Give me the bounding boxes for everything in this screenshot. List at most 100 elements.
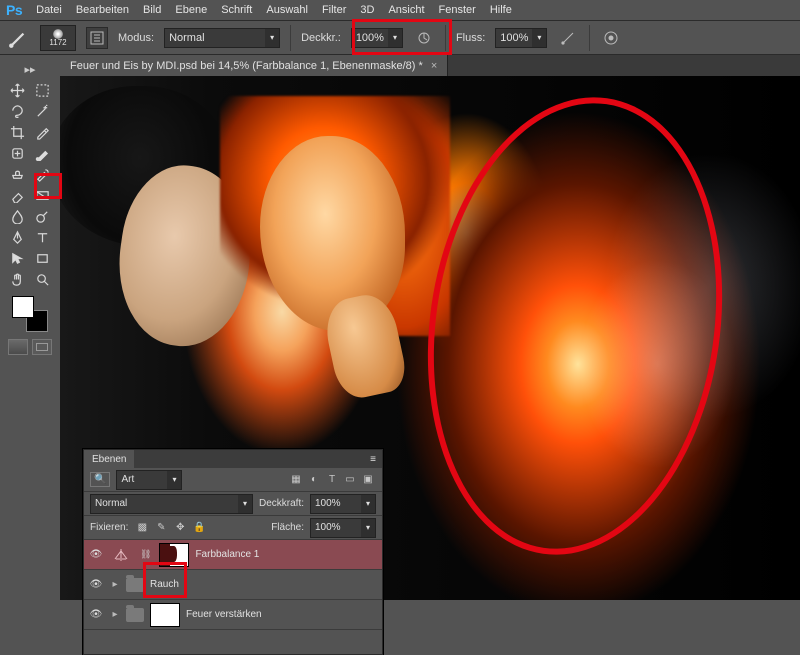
workspace: ▸▸ xyxy=(0,55,800,600)
filter-type-icon[interactable]: 🔍 xyxy=(90,472,110,487)
magic-wand-tool[interactable] xyxy=(31,101,54,121)
quick-mask-mode-icon[interactable] xyxy=(32,339,52,355)
layer-opacity-label: Deckkraft: xyxy=(259,498,304,509)
filter-type-icon[interactable]: T xyxy=(324,472,340,488)
panel-menu-icon[interactable]: ≡ xyxy=(364,454,382,465)
clone-stamp-tool[interactable] xyxy=(6,164,29,184)
menu-schrift[interactable]: Schrift xyxy=(221,4,252,16)
folder-icon xyxy=(126,578,144,592)
document-tab[interactable]: Feuer und Eis by MDI.psd bei 14,5% (Farb… xyxy=(60,55,448,76)
layers-panel: Ebenen ≡ 🔍 Art ▾ ▦ ◐ T ▭ ▣ Normal ▾ Deck… xyxy=(83,449,383,655)
color-swatches[interactable] xyxy=(12,296,48,332)
lock-pixels-icon[interactable]: ✎ xyxy=(153,520,169,536)
menu-bearbeiten[interactable]: Bearbeiten xyxy=(76,4,129,16)
layer-fill-input[interactable]: 100% ▾ xyxy=(310,518,376,538)
layer-row[interactable]: 👁 ⛓ Farbbalance 1 xyxy=(84,540,382,570)
layer-name[interactable]: Feuer verstärken xyxy=(186,609,262,620)
layers-tab[interactable]: Ebenen xyxy=(84,450,134,468)
layer-filter-select[interactable]: Art ▾ xyxy=(116,470,182,490)
move-tool[interactable] xyxy=(6,80,29,100)
layer-row[interactable]: 👁 ▸ Feuer verstärken xyxy=(84,600,382,630)
brush-preset-picker[interactable]: 1172 xyxy=(40,25,76,51)
menu-bar: Ps Datei Bearbeiten Bild Ebene Schrift A… xyxy=(0,0,800,20)
chevron-down-icon: ▾ xyxy=(361,495,375,513)
menu-filter[interactable]: Filter xyxy=(322,4,346,16)
chevron-down-icon: ▾ xyxy=(532,29,546,47)
layer-row[interactable]: 👁 ▸ Rauch xyxy=(84,570,382,600)
disclosure-triangle-icon[interactable]: ▸ xyxy=(110,609,120,620)
current-tool-icon[interactable] xyxy=(8,27,30,49)
menu-ansicht[interactable]: Ansicht xyxy=(388,4,424,16)
mode-label: Modus: xyxy=(118,32,154,44)
close-tab-icon[interactable]: × xyxy=(431,60,437,72)
menu-bild[interactable]: Bild xyxy=(143,4,161,16)
disclosure-triangle-icon[interactable]: ▸ xyxy=(110,579,120,590)
collapse-icon[interactable]: ▸▸ xyxy=(19,59,42,79)
pen-tool[interactable] xyxy=(6,227,29,247)
layer-opacity-input[interactable]: 100% ▾ xyxy=(310,494,376,514)
visibility-icon[interactable]: 👁 xyxy=(88,579,104,590)
menu-hilfe[interactable]: Hilfe xyxy=(490,4,512,16)
flow-value: 100% xyxy=(496,32,532,44)
app-logo: Ps xyxy=(6,2,22,18)
standard-mode-icon[interactable] xyxy=(8,339,28,355)
menu-3d[interactable]: 3D xyxy=(360,4,374,16)
flow-input[interactable]: 100% ▾ xyxy=(495,28,547,48)
lock-position-icon[interactable]: ✥ xyxy=(172,520,188,536)
layer-mask-thumbnail[interactable] xyxy=(150,603,180,627)
layer-name[interactable]: Farbbalance 1 xyxy=(195,549,259,560)
filter-adjust-icon[interactable]: ◐ xyxy=(306,472,322,488)
healing-brush-tool[interactable] xyxy=(6,143,29,163)
layer-blend-mode-select[interactable]: Normal ▾ xyxy=(90,494,253,514)
blur-tool[interactable] xyxy=(6,206,29,226)
foreground-color-swatch[interactable] xyxy=(12,296,34,318)
layer-name[interactable]: Rauch xyxy=(150,579,179,590)
chevron-down-icon: ▾ xyxy=(361,519,375,537)
visibility-icon[interactable]: 👁 xyxy=(88,609,104,620)
history-brush-tool[interactable] xyxy=(31,164,54,184)
tablet-pressure-icon[interactable] xyxy=(600,27,622,49)
dodge-tool[interactable] xyxy=(31,206,54,226)
menu-ebene[interactable]: Ebene xyxy=(175,4,207,16)
layers-panel-tabs: Ebenen ≡ xyxy=(84,450,382,468)
opacity-pressure-icon[interactable] xyxy=(413,27,435,49)
divider xyxy=(445,25,446,51)
gradient-tool[interactable] xyxy=(31,185,54,205)
chevron-down-icon: ▾ xyxy=(238,495,252,513)
eyedropper-tool[interactable] xyxy=(31,122,54,142)
crop-tool[interactable] xyxy=(6,122,29,142)
visibility-icon[interactable]: 👁 xyxy=(88,549,104,560)
type-tool[interactable] xyxy=(31,227,54,247)
divider xyxy=(290,25,291,51)
lock-label: Fixieren: xyxy=(90,522,128,533)
opacity-input[interactable]: 100% ▾ xyxy=(351,28,403,48)
menu-auswahl[interactable]: Auswahl xyxy=(266,4,308,16)
menu-fenster[interactable]: Fenster xyxy=(439,4,476,16)
filter-pixel-icon[interactable]: ▦ xyxy=(288,472,304,488)
chevron-down-icon: ▾ xyxy=(167,471,181,489)
eraser-tool[interactable] xyxy=(6,185,29,205)
marquee-tool[interactable] xyxy=(31,80,54,100)
opacity-label: Deckkr.: xyxy=(301,32,341,44)
filter-smart-icon[interactable]: ▣ xyxy=(360,472,376,488)
layer-mask-thumbnail[interactable] xyxy=(159,543,189,567)
path-selection-tool[interactable] xyxy=(6,248,29,268)
brush-size-value: 1172 xyxy=(49,39,66,47)
brush-panel-toggle-icon[interactable] xyxy=(86,27,108,49)
opacity-value: 100% xyxy=(352,32,388,44)
blend-mode-value: Normal xyxy=(165,32,265,44)
chevron-down-icon: ▾ xyxy=(388,29,402,47)
link-icon: ⛓ xyxy=(138,549,153,560)
lasso-tool[interactable] xyxy=(6,101,29,121)
menu-datei[interactable]: Datei xyxy=(36,4,62,16)
filter-shape-icon[interactable]: ▭ xyxy=(342,472,358,488)
lock-transparency-icon[interactable]: ▩ xyxy=(134,520,150,536)
zoom-tool[interactable] xyxy=(31,269,54,289)
rectangle-tool[interactable] xyxy=(31,248,54,268)
blend-mode-select[interactable]: Normal ▾ xyxy=(164,28,280,48)
airbrush-icon[interactable] xyxy=(557,27,579,49)
brush-tool[interactable] xyxy=(31,143,54,163)
lock-all-icon[interactable]: 🔒 xyxy=(191,520,207,536)
hand-tool[interactable] xyxy=(6,269,29,289)
document-tab-bar: Feuer und Eis by MDI.psd bei 14,5% (Farb… xyxy=(60,55,800,76)
